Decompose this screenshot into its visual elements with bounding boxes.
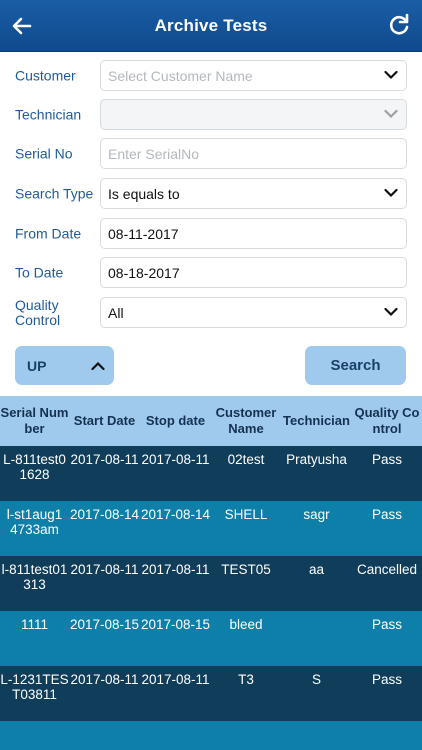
to-date-value: 08-18-2017 [108, 264, 180, 281]
quality-control-value: All [108, 304, 124, 321]
column-header: Serial Number [0, 405, 69, 436]
from-date-value: 08-11-2017 [108, 225, 179, 242]
chevron-down-icon [384, 188, 398, 198]
start-date-cell: 2017-08-14 [69, 507, 140, 522]
table-row[interactable]: L-811test01628 2017-08-11 2017-08-11 02t… [0, 446, 422, 501]
technician-cell: S [311, 672, 321, 687]
column-header: Stop date [145, 413, 206, 428]
technician-select[interactable] [100, 99, 407, 130]
page-title: Archive Tests [154, 15, 268, 35]
quality-control-row: Quality Control All [0, 297, 422, 329]
from-date-label: From Date [15, 225, 82, 242]
table-row[interactable]: L-1231TEST03811 2017-08-11 2017-08-11 T3… [0, 666, 422, 721]
search-type-value: Is equals to [108, 185, 180, 202]
serial-no-row: Serial No Enter SerialNo [0, 138, 422, 170]
column-header: Technician [283, 413, 350, 428]
customer-name-cell: T3 [238, 672, 254, 687]
chevron-down-icon [384, 307, 398, 317]
sort-order-button[interactable]: UP [15, 346, 114, 385]
serial-no-label: Serial No [15, 145, 73, 162]
customer-select[interactable]: Select Customer Name [100, 60, 407, 91]
back-arrow-icon[interactable] [8, 12, 36, 40]
column-header: Quality Control [354, 405, 420, 436]
serial-no-placeholder: Enter SerialNo [108, 145, 200, 162]
sort-order-label: UP [27, 357, 47, 374]
table-header: Serial Number Start Date Stop date Custo… [0, 396, 422, 446]
quality-control-label: Quality Control [15, 297, 61, 328]
chevron-down-icon [384, 70, 398, 80]
to-date-label: To Date [15, 264, 64, 281]
start-date-cell: 2017-08-11 [70, 672, 139, 687]
technician-cell: Pratyusha [286, 452, 347, 467]
start-date-cell: 2017-08-11 [70, 562, 139, 577]
customer-row: Customer Select Customer Name [0, 60, 422, 92]
refresh-icon[interactable] [386, 12, 412, 38]
column-header: Start Date [73, 413, 136, 428]
customer-name-cell: 02test [227, 452, 265, 467]
stop-date-cell: 2017-08-11 [141, 672, 210, 687]
serial-number-cell: 1111 [20, 617, 49, 632]
search-type-label: Search Type [15, 185, 94, 202]
quality-control-cell: Cancelled [356, 562, 418, 577]
technician-cell: sagr [303, 507, 330, 522]
table-row[interactable] [0, 721, 422, 750]
search-button[interactable]: Search [305, 346, 406, 385]
stop-date-cell: 2017-08-15 [140, 617, 211, 632]
quality-control-cell: Pass [371, 452, 402, 467]
start-date-cell: 2017-08-15 [69, 617, 140, 632]
serial-number-cell: L-1231TEST03811 [0, 672, 69, 702]
start-date-cell: 2017-08-11 [70, 452, 139, 467]
column-header: Customer Name [215, 405, 277, 436]
quality-control-cell: Pass [371, 617, 402, 632]
customer-placeholder: Select Customer Name [108, 67, 253, 84]
app-header: Archive Tests [0, 0, 422, 52]
stop-date-cell: 2017-08-11 [141, 452, 210, 467]
technician-cell [281, 611, 352, 666]
quality-control-cell: Pass [371, 672, 402, 687]
quality-control-select[interactable]: All [100, 297, 407, 328]
customer-name-cell: bleed [229, 617, 263, 632]
from-date-row: From Date 08-11-2017 [0, 218, 422, 250]
search-type-select[interactable]: Is equals to [100, 178, 407, 209]
table-row[interactable]: l-811test01313 2017-08-11 2017-08-11 TES… [0, 556, 422, 611]
technician-cell: aa [308, 562, 325, 577]
technician-row: Technician [0, 99, 422, 131]
serial-no-input[interactable]: Enter SerialNo [100, 138, 407, 169]
customer-label: Customer [15, 67, 76, 84]
table-row[interactable]: 1111 2017-08-15 2017-08-15 bleed Pass [0, 611, 422, 666]
customer-name-cell: TEST05 [221, 562, 271, 577]
table-row[interactable]: l-st1aug14733am 2017-08-14 2017-08-14 SH… [0, 501, 422, 556]
technician-label: Technician [15, 106, 82, 123]
customer-name-cell: SHELL [224, 507, 268, 522]
quality-control-cell: Pass [371, 507, 402, 522]
stop-date-cell: 2017-08-14 [140, 507, 211, 522]
serial-number-cell: l-st1aug14733am [6, 507, 63, 537]
serial-number-cell: L-811test01628 [3, 452, 66, 482]
serial-number-cell: l-811test01313 [1, 562, 68, 592]
from-date-input[interactable]: 08-11-2017 [100, 218, 407, 249]
search-type-row: Search Type Is equals to [0, 178, 422, 210]
to-date-input[interactable]: 08-18-2017 [100, 257, 407, 288]
to-date-row: To Date 08-18-2017 [0, 257, 422, 289]
chevron-down-icon [384, 109, 398, 119]
stop-date-cell: 2017-08-11 [141, 562, 210, 577]
search-button-label: Search [330, 357, 381, 374]
chevron-up-icon [91, 361, 105, 371]
